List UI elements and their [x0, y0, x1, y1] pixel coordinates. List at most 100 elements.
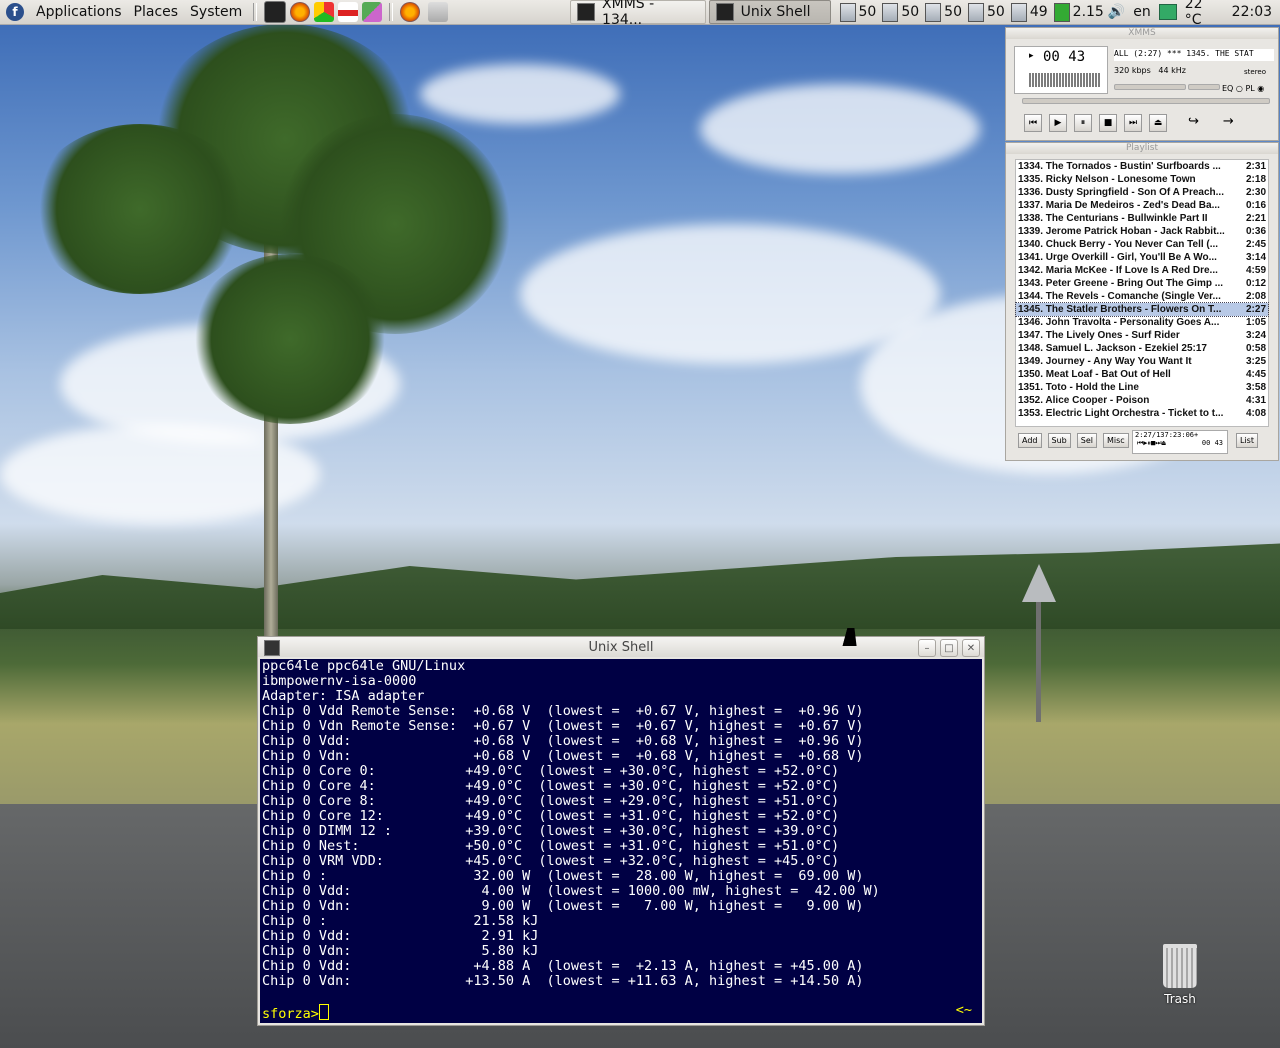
xmms-time[interactable]: 00 43 — [1043, 49, 1085, 65]
shuffle-icon[interactable]: → — [1223, 114, 1234, 132]
playlist-track-time: 3:24 — [1245, 330, 1266, 341]
task-unix-shell[interactable]: Unix Shell — [708, 0, 831, 24]
clock[interactable]: 22:03 — [1232, 4, 1272, 20]
temperature-readout[interactable]: 22 °C — [1185, 0, 1224, 28]
volume-slider[interactable] — [1114, 84, 1186, 90]
mail-launcher-icon[interactable] — [338, 2, 359, 22]
graphics-launcher-icon[interactable] — [362, 2, 383, 22]
playlist-list[interactable]: 1334. The Tornados - Bustin' Surfboards … — [1015, 159, 1269, 427]
playlist-row[interactable]: 1343. Peter Greene - Bring Out The Gimp … — [1016, 277, 1268, 290]
eject-icon[interactable]: ⏏ — [1149, 114, 1167, 132]
load-monitor[interactable]: 2.15 — [1053, 2, 1104, 22]
playlist-row[interactable]: 1350. Meat Loaf - Bat Out of Hell 4:45 — [1016, 368, 1268, 381]
cpu-monitor-5[interactable]: 49 — [1010, 2, 1048, 22]
load-value: 2.15 — [1072, 4, 1104, 20]
next-icon[interactable]: ⏭ — [1124, 114, 1142, 132]
list-button[interactable]: List — [1236, 433, 1258, 448]
chrome-launcher-icon[interactable] — [314, 2, 335, 22]
balance-slider[interactable] — [1188, 84, 1220, 90]
terminal-icon — [715, 3, 734, 21]
playlist-row[interactable]: 1334. The Tornados - Bustin' Surfboards … — [1016, 160, 1268, 173]
pause-icon[interactable]: ⏸ — [1074, 114, 1092, 132]
samplerate: 44 kHz — [1158, 66, 1186, 75]
xmms-window: XMMS ▸ 00 43 ALL (2:27) *** 1345. THE ST… — [1005, 27, 1279, 141]
playlist-track-time: 1:05 — [1245, 317, 1266, 328]
terminal-output[interactable]: ppc64le ppc64le GNU/Linux ibmpowernv-isa-… — [260, 659, 982, 1023]
close-icon[interactable]: ✕ — [962, 639, 980, 657]
playlist-row[interactable]: 1348. Samuel L. Jackson - Ezekiel 25:17 0… — [1016, 342, 1268, 355]
system-menu[interactable]: System — [184, 0, 248, 24]
playlist-row[interactable]: 1338. The Centurians - Bullwinkle Part I… — [1016, 212, 1268, 225]
trash-desktop-item[interactable]: Trash — [1155, 944, 1205, 1006]
playlist-track-time: 2:21 — [1245, 213, 1266, 224]
misc-button[interactable]: Misc — [1102, 433, 1129, 448]
play-icon[interactable]: ▶ — [1049, 114, 1067, 132]
keyboard-layout[interactable]: en — [1133, 4, 1151, 20]
xmms-titlebar[interactable]: XMMS — [1006, 28, 1278, 39]
firefox-launcher-icon[interactable] — [290, 2, 311, 22]
playlist-row[interactable]: 1351. Toto - Hold the Line 3:58 — [1016, 381, 1268, 394]
terminal-window: Unix Shell – □ ✕ ppc64le ppc64le GNU/Lin… — [257, 636, 985, 1026]
terminal-title: Unix Shell — [588, 639, 654, 655]
playlist-window: Playlist 1334. The Tornados - Bustin' Su… — [1005, 142, 1279, 461]
maximize-icon[interactable]: □ — [940, 639, 958, 657]
cpu-monitor-4[interactable]: 50 — [968, 2, 1005, 22]
terminal-line: Chip 0 Vdd: 4.00 W (lowest = 1000.00 mW,… — [262, 883, 880, 899]
add-button[interactable]: Add — [1018, 433, 1042, 448]
pl-toggle[interactable]: PL — [1245, 84, 1254, 93]
playlist-row[interactable]: 1335. Ricky Nelson - Lonesome Town 2:18 — [1016, 173, 1268, 186]
sub-button[interactable]: Sub — [1047, 433, 1071, 448]
stop-icon[interactable]: ■ — [1099, 114, 1117, 132]
terminal-line: Chip 0 Core 0: +49.0°C (lowest = +30.0°C… — [262, 763, 840, 779]
playlist-track-name: 1347. The Lively Ones - Surf Rider — [1018, 330, 1180, 341]
eq-toggle[interactable]: EQ — [1222, 84, 1233, 93]
applications-menu[interactable]: f Applications — [0, 0, 128, 24]
playlist-row[interactable]: 1340. Chuck Berry - You Never Can Tell (… — [1016, 238, 1268, 251]
playlist-row[interactable]: 1339. Jerome Patrick Hoban - Jack Rabbit… — [1016, 225, 1268, 238]
playlist-row[interactable]: 1347. The Lively Ones - Surf Rider 3:24 — [1016, 329, 1268, 342]
places-menu[interactable]: Places — [128, 0, 185, 24]
cpu-monitor-1[interactable]: 50 — [839, 2, 876, 22]
xmms-song-title[interactable]: ALL (2:27) *** 1345. THE STAT — [1114, 49, 1274, 61]
playlist-track-time: 2:31 — [1245, 161, 1266, 172]
workspace-switcher[interactable] — [428, 2, 449, 22]
playlist-row[interactable]: 1341. Urge Overkill - Girl, You'll Be A … — [1016, 251, 1268, 264]
terminal-line: Chip 0 Core 8: +49.0°C (lowest = +29.0°C… — [262, 793, 840, 809]
playlist-row[interactable]: 1346. John Travolta - Personality Goes A… — [1016, 316, 1268, 329]
playlist-row[interactable]: 1345. The Statler Brothers - Flowers On … — [1015, 302, 1269, 317]
playlist-track-name: 1343. Peter Greene - Bring Out The Gimp … — [1018, 278, 1224, 289]
playlist-row[interactable]: 1352. Alice Cooper - Poison 4:31 — [1016, 394, 1268, 407]
minimize-icon[interactable]: – — [918, 639, 936, 657]
visualizer[interactable] — [1029, 73, 1101, 87]
terminal-launcher-icon[interactable] — [264, 1, 287, 23]
playlist-row[interactable]: 1337. Maria De Medeiros - Zed's Dead Ba.… — [1016, 199, 1268, 212]
playlist-row[interactable]: 1342. Maria McKee - If Love Is A Red Dre… — [1016, 264, 1268, 277]
terminal-line: Chip 0 VRM VDD: +45.0°C (lowest = +32.0°… — [262, 853, 840, 869]
prompt-line[interactable]: sforza> — [262, 1004, 982, 1022]
cpu-monitor-2[interactable]: 50 — [882, 2, 919, 22]
weather-icon[interactable] — [1158, 4, 1177, 20]
task-xmms[interactable]: XMMS - 134... — [570, 0, 706, 28]
playlist-track-time: 3:58 — [1245, 382, 1266, 393]
panel-separator — [253, 3, 258, 21]
firefox-icon[interactable] — [400, 2, 421, 22]
playlist-row[interactable]: 1349. Journey - Any Way You Want It 3:25 — [1016, 355, 1268, 368]
playlist-row[interactable]: 1344. The Revels - Comanche (Single Ver.… — [1016, 290, 1268, 303]
sel-button[interactable]: Sel — [1076, 433, 1097, 448]
cpu-monitor-3[interactable]: 50 — [925, 2, 962, 22]
play-indicator-icon: ▸ — [1029, 51, 1034, 61]
seek-bar[interactable] — [1022, 98, 1270, 104]
trash-icon — [1163, 944, 1197, 988]
terminal-titlebar[interactable]: Unix Shell – □ ✕ — [258, 637, 984, 657]
playlist-track-name: 1348. Samuel L. Jackson - Ezekiel 25:17 — [1018, 343, 1207, 354]
previous-icon[interactable]: ⏮ — [1024, 114, 1042, 132]
playlist-row[interactable]: 1336. Dusty Springfield - Son Of A Preac… — [1016, 186, 1268, 199]
playlist-row[interactable]: 1353. Electric Light Orchestra - Ticket … — [1016, 407, 1268, 420]
places-label: Places — [133, 4, 179, 20]
terminal-line: Chip 0 Vdn: 5.80 kJ — [262, 943, 539, 959]
playlist-titlebar[interactable]: Playlist — [1006, 143, 1278, 154]
playlist-track-time: 2:27 — [1245, 304, 1266, 315]
mini-controls[interactable]: ⏮▶⏸■⏭⏏ 00 43 — [1133, 439, 1227, 448]
repeat-icon[interactable]: ↪ — [1188, 114, 1199, 132]
volume-icon[interactable]: 🔊 — [1108, 4, 1125, 20]
